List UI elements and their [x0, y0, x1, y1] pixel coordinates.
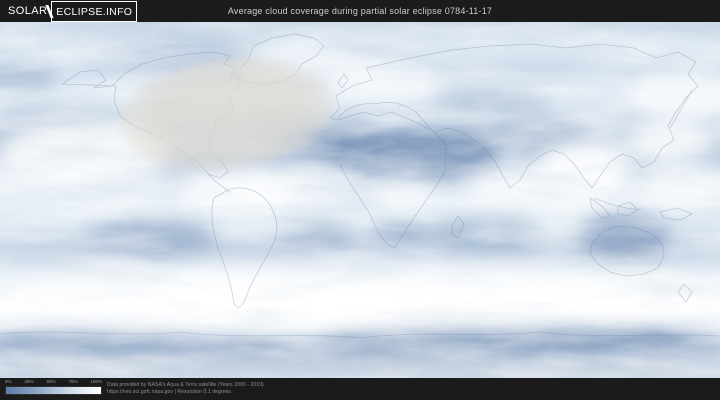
legend-tick-0: 0%	[5, 379, 12, 384]
logo-box: ECLIPSE.INFO	[51, 0, 138, 22]
legend-tick-25: 25%	[24, 379, 34, 384]
header-bar: SOLAR ECLIPSE.INFO Average cloud coverag…	[0, 0, 720, 22]
legend-tick-50: 50%	[46, 379, 56, 384]
footer-bar: 0% 25% 50% 75% 100% Data provided by NAS…	[0, 378, 720, 400]
cloud-texture-dark	[0, 22, 720, 378]
data-attribution: Data provided by NASA's Aqua & Terra sat…	[107, 382, 264, 395]
site-logo[interactable]: SOLAR ECLIPSE.INFO	[8, 0, 138, 22]
attribution-line-1: Data provided by NASA's Aqua & Terra sat…	[107, 382, 264, 388]
cloud-coverage-legend: 0% 25% 50% 75% 100%	[5, 379, 102, 395]
page: SOLAR ECLIPSE.INFO Average cloud coverag…	[0, 0, 720, 400]
legend-tick-75: 75%	[68, 379, 78, 384]
cloud-coverage-map	[0, 22, 720, 378]
legend-tick-100: 100%	[90, 379, 102, 384]
legend-tick-labels: 0% 25% 50% 75% 100%	[5, 379, 102, 385]
legend-gradient-bar	[5, 386, 102, 395]
attribution-line-2: https://neo.sci.gsfc.nasa.gov | Resoluti…	[107, 388, 231, 395]
logo-text-solar: SOLAR	[8, 5, 48, 17]
world-map-svg	[0, 22, 720, 378]
logo-text-eclipse-info: ECLIPSE.INFO	[56, 5, 133, 18]
